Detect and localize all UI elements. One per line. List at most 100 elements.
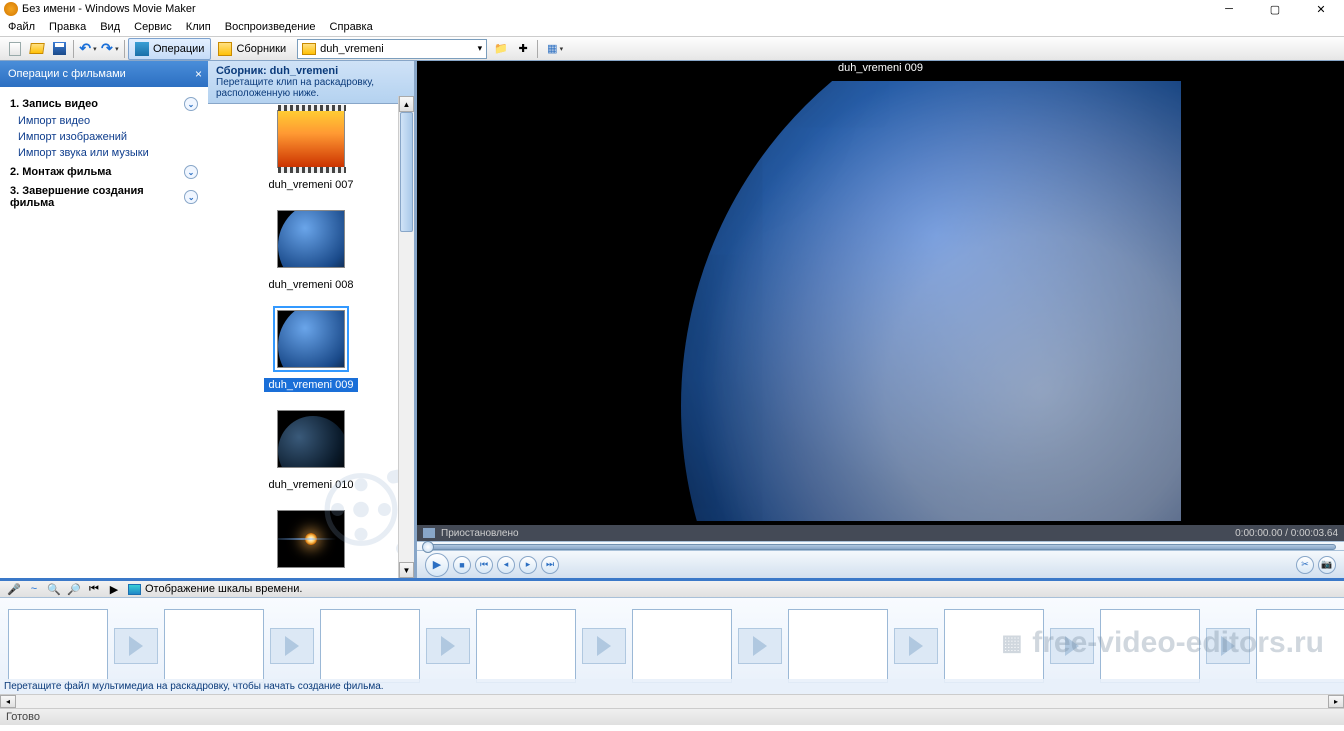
set-narration-button[interactable]: 🎤 [5,581,23,597]
menu-help[interactable]: Справка [330,21,373,33]
close-button[interactable]: ✕ [1298,0,1344,18]
scroll-down-button[interactable]: ▼ [399,562,414,578]
seek-knob[interactable] [422,541,434,553]
tasks-toggle-label: Операции [153,43,204,55]
clip-item[interactable]: duh_vremeni 008 [214,210,408,292]
zoom-out-button[interactable]: 🔎 [65,581,83,597]
storyboard-thumb[interactable] [320,609,420,683]
clip-thumbnail [277,510,345,568]
task-link-import-images[interactable]: Импорт изображений [10,129,198,145]
menu-edit[interactable]: Правка [49,21,86,33]
prev-button[interactable]: ⏮ [475,556,493,574]
storyboard-thumb[interactable] [632,609,732,683]
storyboard-slot[interactable] [8,609,158,683]
preview-video[interactable] [417,77,1344,525]
step-back-button[interactable]: ◂ [497,556,515,574]
clip-item[interactable] [214,510,408,568]
toggle-timeline-view[interactable]: Отображение шкалы времени. [124,583,306,595]
storyboard-thumb[interactable] [1100,609,1200,683]
collections-toggle-button[interactable]: Сборники [211,38,293,60]
collections-toggle-label: Сборники [236,43,286,55]
transition-slot[interactable] [270,628,314,664]
transition-slot[interactable] [1206,628,1250,664]
zoom-in-button[interactable]: 🔍 [45,581,63,597]
play-timeline-button[interactable]: ▶ [105,581,123,597]
maximize-button[interactable]: ▢ [1252,0,1298,18]
collection-panel: Сборник: duh_vremeni Перетащите клип на … [208,61,417,578]
clip-item[interactable]: duh_vremeni 010 [214,410,408,492]
seek-bar[interactable] [425,544,1336,550]
clip-item[interactable]: duh_vremeni 007 [214,110,408,192]
new-project-button[interactable] [5,39,25,59]
transition-slot[interactable] [1050,628,1094,664]
next-button[interactable]: ⏭ [541,556,559,574]
storyboard-scrollbar[interactable]: ◂ ▸ [0,694,1344,708]
collapse-icon: ⌄ [184,97,198,111]
new-folder-button[interactable]: ✚ [513,39,533,59]
snapshot-button[interactable]: 📷 [1318,556,1336,574]
menu-playback[interactable]: Воспроизведение [225,21,316,33]
tasks-toggle-button[interactable]: Операции [128,38,211,60]
collection-scrollbar[interactable]: ▲ ▼ [398,96,414,578]
undo-button[interactable]: ↶▾ [78,39,98,59]
save-project-button[interactable] [49,39,69,59]
storyboard-thumb[interactable] [164,609,264,683]
storyboard-slot[interactable] [632,609,782,683]
menu-tools[interactable]: Сервис [134,21,172,33]
tasks-header-label: Операции с фильмами [8,68,126,80]
play-button[interactable]: ▶ [425,553,449,577]
rewind-timeline-button[interactable]: ⏮ [85,581,103,597]
storyboard-slot[interactable] [164,609,314,683]
collection-combo-icon [302,43,316,55]
menu-file[interactable]: Файл [8,21,35,33]
storyboard-thumb[interactable] [788,609,888,683]
collection-list[interactable]: duh_vremeni 007 duh_vremeni 008 duh_vrem… [208,104,414,578]
redo-button[interactable]: ↶▾ [100,39,120,59]
up-level-button[interactable]: 📁 [491,39,511,59]
tasks-close-icon[interactable]: × [195,67,202,81]
split-button[interactable]: ✂ [1296,556,1314,574]
task-group-edit[interactable]: 2. Монтаж фильма ⌄ [10,161,198,181]
menu-view[interactable]: Вид [100,21,120,33]
storyboard-slot[interactable] [788,609,938,683]
transition-slot[interactable] [582,628,626,664]
expand-icon: ⌄ [184,190,198,204]
clip-item-selected[interactable]: duh_vremeni 009 [214,310,408,392]
task-group-finish[interactable]: 3. Завершение создания фильма ⌄ [10,181,198,211]
scroll-right-button[interactable]: ▸ [1328,695,1344,708]
tasks-icon [135,42,149,56]
transition-slot[interactable] [738,628,782,664]
scroll-thumb[interactable] [400,112,413,232]
storyboard-slot[interactable] [1256,609,1344,683]
step-forward-button[interactable]: ▸ [519,556,537,574]
app-icon [4,2,18,16]
minimize-button[interactable]: ─ [1206,0,1252,18]
storyboard-slot[interactable] [320,609,470,683]
storyboard-thumb[interactable] [476,609,576,683]
storyboard-thumb[interactable] [944,609,1044,683]
storyboard-slot[interactable] [1100,609,1250,683]
task-link-import-audio[interactable]: Импорт звука или музыки [10,145,198,161]
scroll-up-button[interactable]: ▲ [399,96,414,112]
storyboard[interactable]: ▦free-video-editors.ru Перетащите файл м… [0,598,1344,694]
scroll-left-button[interactable]: ◂ [0,695,16,708]
storyboard-slot[interactable] [476,609,626,683]
collection-combo[interactable]: duh_vremeni [297,39,487,59]
view-options-button[interactable]: ▦▾ [542,39,568,59]
clip-label: duh_vremeni 008 [264,278,357,292]
transition-slot[interactable] [894,628,938,664]
transition-slot[interactable] [426,628,470,664]
collection-header: Сборник: duh_vremeni Перетащите клип на … [208,61,414,104]
open-project-button[interactable] [27,39,47,59]
storyboard-thumb[interactable] [1256,609,1344,683]
transition-slot[interactable] [114,628,158,664]
storyboard-slot[interactable] [944,609,1094,683]
audio-levels-button[interactable]: ~ [25,581,43,597]
task-link-import-video[interactable]: Импорт видео [10,113,198,129]
collection-title-prefix: Сборник: [216,65,270,77]
stop-button[interactable]: ■ [453,556,471,574]
storyboard-thumb[interactable] [8,609,108,683]
statusbar: Готово [0,708,1344,725]
menu-clip[interactable]: Клип [186,21,211,33]
task-group-capture[interactable]: 1. Запись видео ⌄ [10,93,198,113]
